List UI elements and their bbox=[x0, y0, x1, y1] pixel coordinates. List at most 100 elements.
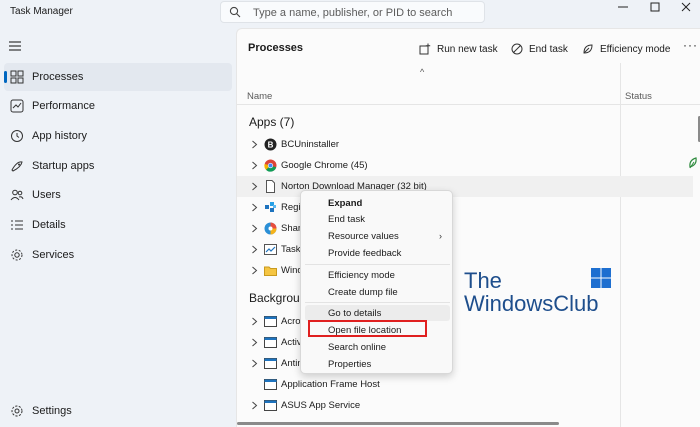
chevron-right-icon[interactable] bbox=[251, 359, 258, 368]
app-title: Task Manager bbox=[10, 6, 73, 17]
sidebar-item-label: App history bbox=[32, 130, 88, 142]
process-name: Activ bbox=[281, 337, 302, 348]
watermark-line-2: WindowsClub bbox=[464, 291, 599, 316]
table-row[interactable]: ASUS App Service bbox=[237, 395, 693, 416]
menu-separator bbox=[305, 264, 450, 265]
efficiency-mode-button[interactable]: Efficiency mode bbox=[582, 40, 670, 58]
chevron-right-icon[interactable] bbox=[251, 266, 258, 275]
minimize-icon bbox=[618, 6, 628, 8]
menu-item-label: Efficiency mode bbox=[328, 270, 395, 281]
chevron-right-icon[interactable] bbox=[251, 203, 258, 212]
header-divider bbox=[237, 104, 700, 105]
sidebar-item-settings[interactable]: Settings bbox=[4, 397, 232, 425]
window-icon bbox=[264, 400, 277, 411]
search-input[interactable] bbox=[253, 5, 478, 21]
end-task-label: End task bbox=[529, 43, 568, 55]
end-task-button[interactable]: End task bbox=[511, 40, 568, 58]
sidebar-item-users[interactable]: Users bbox=[4, 181, 232, 209]
services-icon bbox=[11, 249, 23, 261]
menu-item-label: Search online bbox=[328, 342, 387, 353]
chevron-right-icon[interactable] bbox=[251, 338, 258, 347]
menu-item-label: Expand bbox=[328, 198, 363, 209]
menu-separator bbox=[305, 302, 450, 303]
sharex-icon bbox=[264, 222, 277, 235]
efficiency-mode-label: Efficiency mode bbox=[600, 43, 671, 55]
processes-icon bbox=[10, 70, 24, 84]
close-icon bbox=[681, 2, 691, 12]
sidebar: Processes Performance App history Startu… bbox=[0, 28, 236, 427]
sidebar-item-startup-apps[interactable]: Startup apps bbox=[4, 152, 232, 180]
sidebar-item-app-history[interactable]: App history bbox=[4, 122, 232, 150]
sidebar-item-label: Settings bbox=[32, 405, 72, 417]
menu-item-label: End task bbox=[328, 214, 365, 225]
chevron-right-icon[interactable] bbox=[251, 317, 258, 326]
apps-section-title: Apps (7) bbox=[249, 115, 295, 129]
run-new-task-label: Run new task bbox=[437, 43, 498, 55]
menu-item-label: Resource values bbox=[328, 231, 399, 242]
menu-item-properties[interactable]: Properties bbox=[305, 356, 450, 372]
run-new-task-button[interactable]: Run new task bbox=[419, 40, 498, 58]
file-icon bbox=[266, 180, 275, 193]
background-section-title: Backgrou bbox=[249, 291, 300, 305]
chevron-right-icon[interactable] bbox=[251, 140, 258, 149]
window-icon bbox=[264, 316, 277, 327]
search-box[interactable] bbox=[220, 1, 485, 23]
svg-text:B: B bbox=[268, 141, 274, 150]
hamburger-menu-icon[interactable] bbox=[8, 40, 22, 52]
efficiency-leaf-icon bbox=[689, 157, 697, 169]
table-row[interactable]: Application Frame Host bbox=[237, 374, 693, 395]
chevron-right-icon[interactable] bbox=[251, 161, 258, 170]
sidebar-item-services[interactable]: Services bbox=[4, 241, 232, 269]
performance-icon bbox=[10, 99, 24, 113]
menu-item-search-online[interactable]: Search online bbox=[305, 339, 450, 355]
sidebar-item-label: Processes bbox=[32, 71, 84, 83]
chevron-right-icon[interactable] bbox=[251, 182, 258, 191]
menu-item-create-dump-file[interactable]: Create dump file bbox=[305, 284, 450, 300]
end-task-icon bbox=[511, 43, 523, 55]
sidebar-item-performance[interactable]: Performance bbox=[4, 92, 232, 120]
horizontal-scrollbar[interactable] bbox=[237, 422, 559, 425]
startup-apps-icon bbox=[11, 161, 23, 172]
column-header-status[interactable]: Status bbox=[625, 91, 652, 102]
chevron-right-icon[interactable] bbox=[251, 224, 258, 233]
menu-item-expand[interactable]: Expand bbox=[305, 195, 450, 211]
process-name: Application Frame Host bbox=[281, 379, 380, 390]
sidebar-item-details[interactable]: Details bbox=[4, 211, 232, 239]
menu-item-label: Create dump file bbox=[328, 287, 398, 298]
sort-caret-icon[interactable]: ^ bbox=[420, 67, 424, 77]
chevron-right-icon[interactable] bbox=[251, 401, 258, 410]
menu-item-efficiency-mode[interactable]: Efficiency mode bbox=[305, 267, 450, 283]
window-icon bbox=[264, 358, 277, 369]
window-icon bbox=[264, 337, 277, 348]
menu-item-resource-values[interactable]: Resource values › bbox=[305, 228, 450, 244]
process-name: BCUninstaller bbox=[281, 139, 340, 150]
folder-icon bbox=[264, 266, 277, 276]
process-name: Google Chrome (45) bbox=[281, 160, 368, 171]
users-icon bbox=[10, 189, 24, 201]
column-header-name[interactable]: Name bbox=[247, 91, 272, 102]
menu-item-label: Properties bbox=[328, 359, 372, 370]
menu-item-label: Provide feedback bbox=[328, 248, 402, 259]
maximize-button[interactable] bbox=[640, 0, 670, 14]
sidebar-item-processes[interactable]: Processes bbox=[4, 63, 232, 91]
menu-item-go-to-details[interactable]: Go to details bbox=[305, 305, 450, 321]
menu-item-end-task[interactable]: End task bbox=[305, 211, 450, 227]
close-button[interactable] bbox=[671, 0, 700, 14]
table-row[interactable]: Google Chrome (45) bbox=[237, 155, 693, 176]
menu-item-provide-feedback[interactable]: Provide feedback bbox=[305, 245, 450, 261]
process-name: ASUS App Service bbox=[281, 400, 361, 411]
maximize-icon bbox=[650, 2, 660, 12]
search-icon bbox=[229, 6, 241, 18]
sidebar-item-label: Users bbox=[32, 189, 61, 201]
minimize-button[interactable] bbox=[608, 0, 638, 14]
more-options-button[interactable]: ··· bbox=[683, 38, 698, 52]
table-row[interactable]: B BCUninstaller bbox=[237, 134, 693, 155]
page-title: Processes bbox=[248, 42, 304, 54]
chevron-right-icon[interactable] bbox=[251, 245, 258, 254]
windows-logo-icon bbox=[591, 268, 611, 288]
details-icon bbox=[11, 220, 23, 230]
sidebar-item-label: Startup apps bbox=[32, 160, 95, 172]
menu-item-label: Go to details bbox=[328, 308, 382, 319]
app-history-icon bbox=[11, 130, 23, 142]
window-icon bbox=[264, 379, 277, 390]
